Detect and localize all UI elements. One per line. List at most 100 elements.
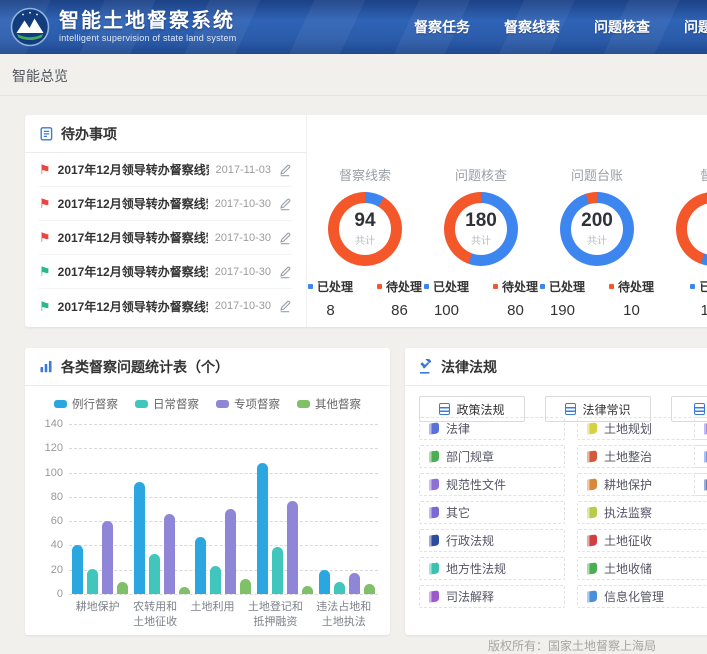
legend-name: 例行督察 — [72, 396, 118, 412]
todo-text[interactable]: 2017年12月领导转办督察线索 — [58, 195, 208, 212]
bar-chart-icon — [39, 359, 54, 374]
legend-dot — [424, 284, 429, 289]
law-item[interactable] — [694, 473, 707, 496]
law-item[interactable]: 土地规划 — [577, 417, 707, 440]
chart-legend-item[interactable]: 日常督察 — [135, 396, 199, 412]
todo-item[interactable]: ⚑2017年12月领导转办督察线索2017-11-03 — [39, 153, 292, 187]
bar — [102, 521, 113, 594]
legend-swatch — [135, 400, 148, 408]
chart-legend-item[interactable]: 例行督察 — [54, 396, 118, 412]
law-item-label: 法律 — [446, 420, 470, 437]
edit-icon[interactable] — [278, 163, 292, 177]
todo-text[interactable]: 2017年12月领导转办督察线索 — [58, 298, 208, 315]
law-item-label: 土地规划 — [604, 420, 652, 437]
bar — [349, 573, 360, 594]
edit-icon[interactable] — [278, 299, 292, 313]
donut-total: 94 — [354, 211, 375, 231]
law-item[interactable] — [694, 417, 707, 440]
nav-item-2[interactable]: 督察线索 — [504, 17, 560, 37]
todo-panel: 待办事项 ⚑2017年12月领导转办督察线索2017-11-03⚑2017年12… — [25, 115, 307, 327]
legend-dot — [690, 284, 695, 289]
legend-text: 已处理 — [699, 278, 707, 295]
app-title: 智能土地督察系统 — [59, 10, 236, 32]
todo-item[interactable]: ⚑2017年12月领导转办督察线索2017-10-30 — [39, 187, 292, 221]
chart-legend-item[interactable]: 其他督察 — [297, 396, 361, 412]
page-divider — [0, 95, 707, 96]
todo-text[interactable]: 2017年12月领导转办督察线索 — [58, 161, 209, 178]
nav-item-4[interactable]: 问题 — [684, 17, 707, 37]
law-item[interactable]: 规范性文件 — [419, 473, 565, 496]
todo-item[interactable]: ⚑2017年12月领导转办督察线索2017-10-30 — [39, 255, 292, 289]
edit-icon[interactable] — [278, 265, 292, 279]
nav-item-1[interactable]: 督察任务 — [414, 17, 470, 37]
law-item[interactable]: 土地征收 — [577, 529, 707, 552]
donut-group: 督察线索94共计已处理8待处理86 — [307, 115, 423, 327]
bar-chart: 020406080100120140 — [37, 424, 378, 594]
edit-icon[interactable] — [278, 197, 292, 211]
law-item[interactable]: 其它 — [419, 501, 565, 524]
todo-date: 2017-10-30 — [215, 198, 271, 210]
x-axis-label: 耕地保护 — [76, 600, 120, 631]
x-axis-label: 土地登记和 抵押融资 — [248, 600, 303, 631]
footer-copyright: 版权所有：国家土地督察上海局 — [488, 637, 656, 654]
nav-item-3[interactable]: 问题核查 — [594, 17, 650, 37]
laws-title: 法律法规 — [441, 357, 497, 377]
legend-dot — [540, 284, 545, 289]
todo-text[interactable]: 2017年12月领导转办督察线索 — [58, 229, 208, 246]
edit-icon[interactable] — [278, 231, 292, 245]
law-item[interactable]: 司法解释 — [419, 585, 565, 608]
todo-list: ⚑2017年12月领导转办督察线索2017-11-03 ⚑2017年12月领导转办… — [25, 153, 306, 323]
donut-center — [687, 203, 707, 255]
todo-date: 2017-10-30 — [215, 300, 271, 312]
book-icon — [429, 506, 439, 518]
donut-legend-label: 待处理 — [493, 278, 538, 295]
todo-item[interactable]: ⚑2017年12月领导转办督察线索2017-10-30 — [39, 289, 292, 323]
donut-title: 问题台账 — [539, 165, 655, 184]
law-item[interactable]: 行政法规 — [419, 529, 565, 552]
donut-ring: 200共计 — [560, 192, 634, 266]
donut-legend-value: 190 — [540, 302, 585, 319]
law-item[interactable]: 信息化管理 — [577, 585, 707, 608]
todo-item[interactable]: ⚑2017年12月领导转办督察线索2017-10-30 — [39, 221, 292, 255]
donut-legend-item: 待处理80 — [493, 278, 538, 319]
bar — [179, 587, 190, 594]
donut-center: 180共计 — [455, 203, 507, 255]
x-axis-label: 土地利用 — [190, 600, 234, 631]
bar-groups — [69, 424, 378, 594]
app-subtitle: intelligent supervision of state land sy… — [59, 32, 236, 44]
bar — [272, 547, 283, 594]
issues-chart-panel: 各类督察问题统计表（个） 例行督察 日常督察 专项督察 其他督察 0204060801… — [25, 348, 390, 635]
bar — [240, 579, 251, 594]
bar — [287, 501, 298, 595]
law-item[interactable]: 耕地保护 — [577, 473, 707, 496]
law-item[interactable]: 土地收储 — [577, 557, 707, 580]
donut-legend-item: 已处理190 — [540, 278, 585, 319]
todo-header: 待办事项 — [25, 115, 306, 153]
overview-donuts: 督察线索94共计已处理8待处理86问题核查180共计已处理100待处理80问题台… — [307, 115, 707, 327]
law-item[interactable]: 土地整治 — [577, 445, 707, 468]
y-axis-label: 0 — [37, 588, 63, 600]
bar — [210, 566, 221, 594]
book-icon — [429, 534, 439, 546]
law-item[interactable]: 地方性法规 — [419, 557, 565, 580]
law-item[interactable]: 法律 — [419, 417, 565, 440]
legend-name: 其他督察 — [315, 396, 361, 412]
chart-legend-item[interactable]: 专项督察 — [216, 396, 280, 412]
law-item-label: 行政法规 — [446, 532, 494, 549]
book-icon — [587, 562, 597, 574]
law-item[interactable]: 执法监察 — [577, 501, 707, 524]
y-axis-label: 60 — [37, 515, 63, 527]
bar-group — [319, 570, 375, 594]
legend-swatch — [216, 400, 229, 408]
issues-chart-title: 各类督察问题统计表（个） — [61, 357, 229, 377]
todo-text[interactable]: 2017年12月领导转办督察线索 — [58, 263, 208, 280]
bar — [364, 584, 375, 594]
bar — [164, 514, 175, 594]
bar-group — [257, 463, 313, 594]
book-icon — [429, 590, 439, 602]
law-item[interactable] — [694, 445, 707, 468]
bar — [134, 482, 145, 594]
todo-date: 2017-10-30 — [215, 232, 271, 244]
law-item[interactable]: 部门规章 — [419, 445, 565, 468]
donut-legend: 已处理100待处理80 — [423, 278, 539, 319]
